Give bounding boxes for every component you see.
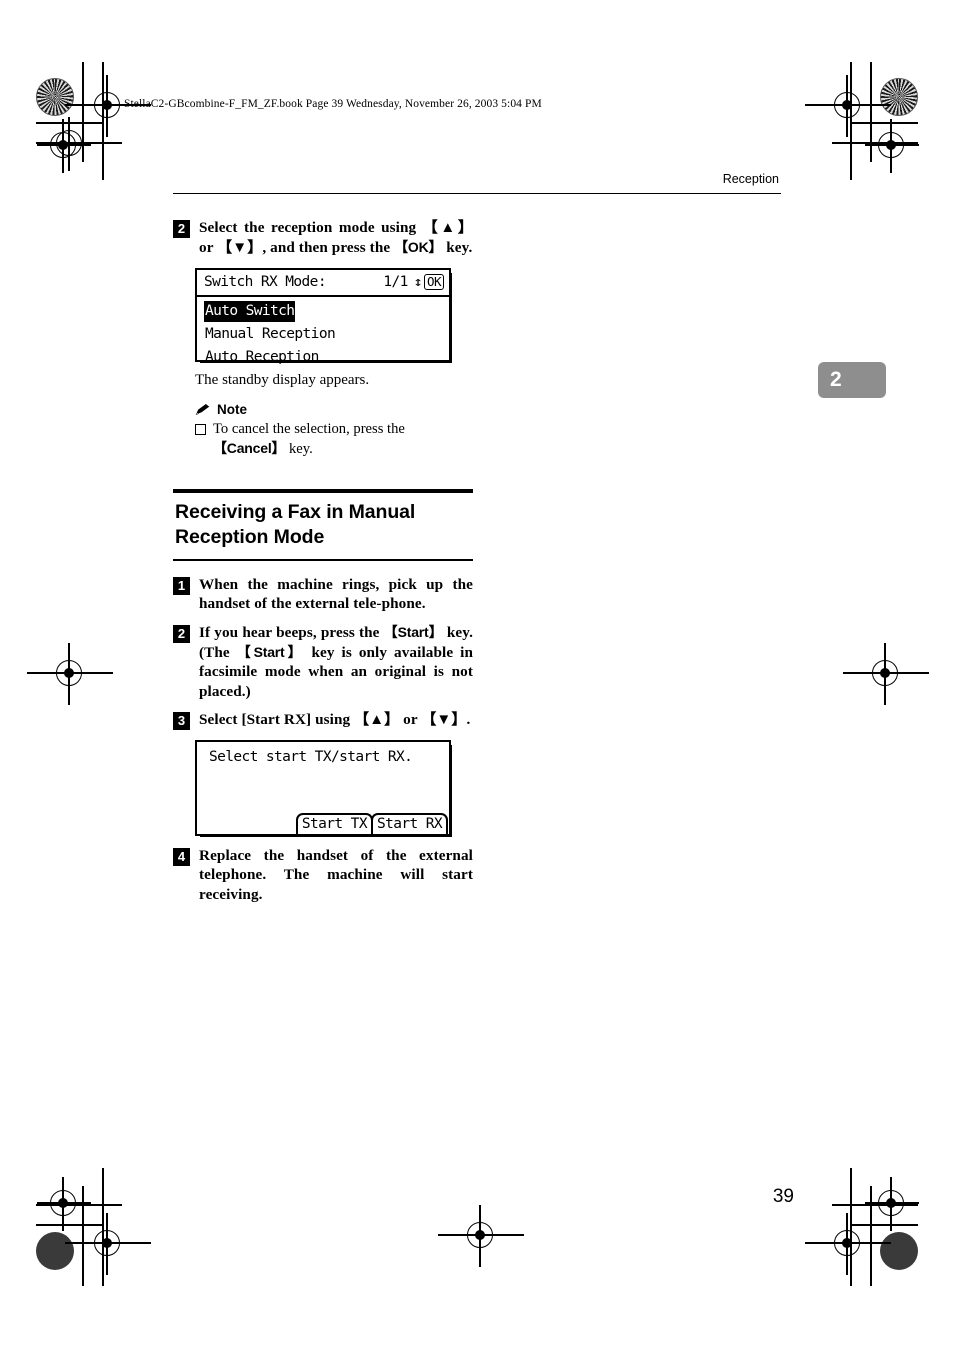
key-cancel-label: 【Cancel】: [213, 439, 286, 456]
section-title: Receiving a Fax in Manual Reception Mode: [173, 493, 473, 556]
trim-line: [852, 1224, 918, 1226]
page-number: 39: [772, 1186, 794, 1207]
section-rule-bottom: [173, 559, 473, 561]
registration-crosshair: [43, 117, 97, 171]
step-text-line3: key.: [442, 239, 473, 257]
step-item: 1 When the machine rings, pick up the ha…: [173, 575, 473, 614]
step-number-badge: 4: [173, 847, 190, 866]
step-item: 4 Replace the handset of the external te…: [173, 846, 473, 905]
trim-line: [36, 1224, 102, 1226]
step-text-part1: If you hear beeps, press the: [199, 623, 384, 641]
key-down-label: 【▼】: [421, 712, 467, 729]
lcd-list-item-selected[interactable]: Auto Switch: [204, 300, 296, 322]
lcd-switch-rx-mode: Switch RX Mode: 1/1 ↕ OK Auto Switch Man…: [195, 267, 452, 365]
step-text-part2: or: [399, 711, 422, 729]
content-column: 2 Select the reception mode using 【▲】 or…: [173, 218, 473, 914]
key-ok-label: 【OK】: [394, 239, 443, 256]
registration-crosshair: [805, 1213, 891, 1275]
step-text-part3: .: [466, 711, 471, 729]
trim-line: [82, 62, 84, 162]
lcd-prompt-text: Select start TX/start RX.: [209, 748, 413, 765]
key-start-label: 【Start】: [236, 643, 305, 660]
book-filename-header: StellaC2-GBcombine-F_FM_ZF.book Page 39 …: [124, 98, 542, 110]
standby-display-text: The standby display appears.: [195, 371, 370, 388]
key-up-label: 【▲】: [422, 220, 473, 236]
note-heading: Note: [195, 402, 473, 417]
step-text: Replace the handset of the external tele…: [199, 846, 473, 903]
registration-crosshair: [438, 1205, 524, 1267]
note-text-tail: key.: [285, 440, 313, 457]
registration-crosshair: [37, 1177, 91, 1231]
lcd-softkey-start-rx[interactable]: Start RX: [370, 812, 448, 834]
step-text-line1: Select the reception mode using: [199, 219, 417, 236]
lcd-softkey-start-tx[interactable]: Start TX: [295, 812, 373, 834]
trim-line: [850, 1168, 852, 1286]
lcd-ok-button[interactable]: OK: [423, 274, 444, 291]
square-bullet-icon: [195, 423, 206, 435]
trim-line: [870, 1186, 872, 1286]
lcd-option-list: Auto Switch Manual Reception Auto Recept…: [197, 297, 449, 368]
step-number-badge: 1: [173, 576, 190, 595]
step-text-part1: Select [Start RX] using: [199, 711, 355, 729]
note-heading-label: Note: [217, 401, 247, 417]
step-number-badge: 2: [173, 220, 190, 238]
trim-line: [102, 1168, 104, 1286]
trim-line: [102, 62, 104, 180]
trim-line: [870, 62, 872, 162]
lcd-list-item[interactable]: Auto Reception: [204, 347, 320, 368]
registration-target-solid: [36, 1232, 74, 1270]
step-number-badge: 3: [173, 712, 190, 731]
step-text-conjunction: or: [199, 239, 218, 257]
running-head: Reception: [722, 172, 779, 186]
step-number-badge: 2: [173, 624, 190, 643]
registration-crosshair: [843, 643, 929, 705]
step-text-line2: , and then press the: [262, 239, 391, 257]
registration-crosshair: [65, 75, 151, 137]
step-item: 2 If you hear beeps, press the 【Start】 k…: [173, 623, 473, 701]
step-text: When the machine rings, pick up the hand…: [199, 575, 473, 613]
registration-target-star: [880, 78, 918, 116]
section-title-line2: Reception Mode: [175, 526, 325, 549]
header-rule: [173, 193, 781, 195]
trim-line: [832, 1204, 918, 1206]
lcd-softkey-row: Start TX Start RX: [197, 812, 449, 834]
registration-crosshair: [865, 119, 919, 173]
pencil-icon: [195, 403, 211, 416]
key-up-label: 【▲】: [354, 712, 400, 729]
procedure-steps: 1 When the machine rings, pick up the ha…: [173, 575, 473, 905]
registration-crosshair: [805, 75, 891, 137]
lcd-page-indicator: 1/1: [383, 274, 408, 291]
registration-crosshair: [65, 1213, 151, 1275]
registration-crosshair: [27, 643, 113, 705]
chapter-tab-number: 2: [830, 368, 842, 391]
trim-line: [82, 1186, 84, 1286]
lcd-title-bar: Switch RX Mode: 1/1 ↕ OK: [197, 270, 449, 297]
chapter-tab: 2: [818, 362, 886, 398]
trim-line: [852, 122, 918, 124]
up-down-arrow-icon: ↕: [412, 274, 423, 290]
key-start-label: 【Start】: [383, 623, 443, 640]
step-item: 3 Select [Start RX] using 【▲】 or 【▼】.: [173, 710, 473, 731]
trim-line: [850, 62, 852, 180]
lcd-title: Switch RX Mode:: [204, 274, 327, 291]
lcd-list-item[interactable]: Manual Reception: [204, 324, 336, 345]
registration-crosshair: [865, 1177, 919, 1231]
trim-line: [36, 1204, 122, 1206]
note-body: To cancel the selection, press the 【Canc…: [195, 420, 473, 460]
section-title-line1: Receiving a Fax in Manual: [175, 501, 416, 524]
note-text: To cancel the selection, press the: [213, 420, 405, 437]
registration-target-solid: [880, 1232, 918, 1270]
key-down-label: 【▼】: [217, 240, 263, 257]
section-header: Receiving a Fax in Manual Reception Mode: [173, 489, 473, 561]
lcd-select-start: Select start TX/start RX. Start TX Start…: [195, 739, 452, 837]
step-item: 2 Select the reception mode using 【▲】 or…: [173, 218, 473, 259]
registration-target-star: [36, 78, 74, 116]
